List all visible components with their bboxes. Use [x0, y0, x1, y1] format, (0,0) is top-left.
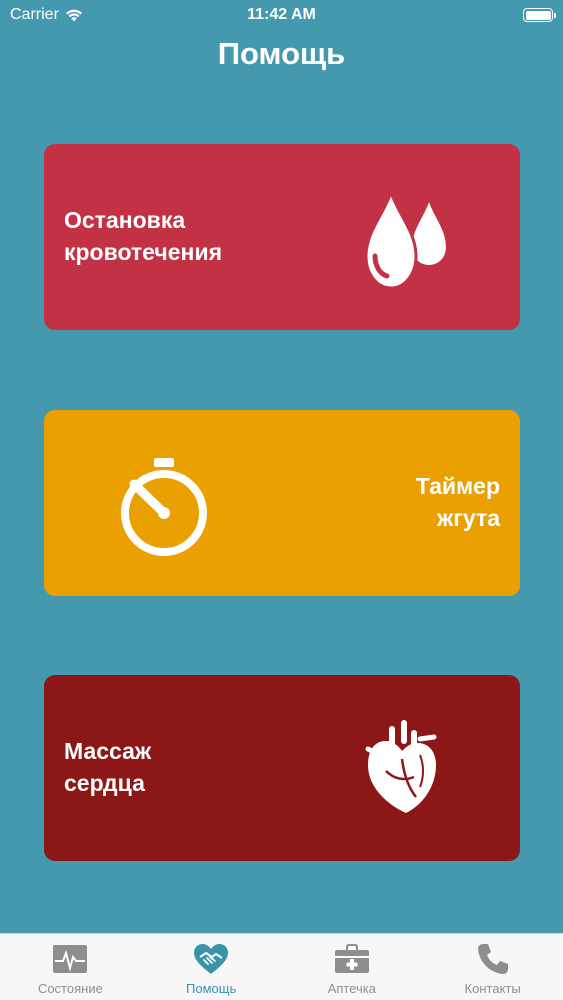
tourniquet-timer-label: Таймер жгута	[415, 473, 500, 531]
phone-icon	[473, 941, 513, 977]
first-aid-kit-icon	[332, 941, 372, 977]
tab-contacts[interactable]: Контакты	[422, 934, 563, 1000]
tab-bar: Состояние Помощь Аптечка Контакты	[0, 933, 563, 1000]
status-bar: Carrier 11:42 AM	[0, 0, 563, 30]
status-right	[393, 8, 556, 22]
heartbeat-monitor-icon	[50, 941, 90, 977]
stop-bleeding-label: Остановка кровотечения	[64, 207, 223, 265]
tourniquet-timer-card[interactable]: Таймер жгута	[44, 410, 520, 596]
wifi-icon	[65, 9, 82, 21]
tab-status-label: Состояние	[37, 981, 103, 996]
status-time: 11:42 AM	[247, 6, 316, 23]
status-left: Carrier	[10, 6, 170, 24]
heart-massage-card[interactable]: Массаж сердца	[44, 675, 520, 861]
tab-status[interactable]: Состояние	[0, 934, 141, 1000]
stopwatch-icon	[121, 458, 207, 556]
tab-first-aid-kit[interactable]: Аптечка	[282, 934, 423, 1000]
page-title: Помощь	[217, 36, 346, 71]
tab-help[interactable]: Помощь	[141, 934, 282, 1000]
carrier-name: Carrier	[10, 6, 59, 23]
heart-handshake-icon	[191, 941, 231, 977]
heart-icon	[365, 720, 437, 813]
blood-drops-icon	[364, 192, 446, 290]
tab-first-aid-kit-label: Аптечка	[327, 981, 377, 996]
tab-contacts-label: Контакты	[464, 981, 521, 996]
heart-massage-label: Массаж сердца	[64, 738, 152, 796]
stop-bleeding-card[interactable]: Остановка кровотечения	[44, 144, 520, 330]
tab-help-label: Помощь	[186, 981, 237, 996]
battery-icon	[523, 8, 556, 22]
